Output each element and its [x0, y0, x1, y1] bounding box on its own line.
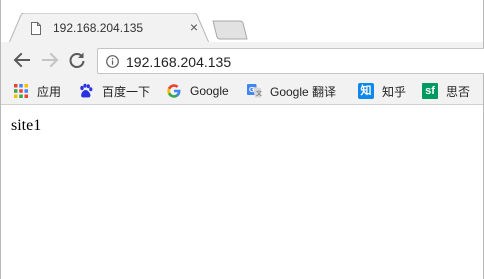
browser-window: 192.168.204.135 × 192.168.204.135 应用 百度一… [0, 0, 484, 279]
bookmark-label: 知乎 [382, 84, 407, 99]
segmentfault-icon: sf [422, 83, 438, 99]
info-icon[interactable] [106, 55, 119, 68]
bookmark-label: Google 翻译 [270, 84, 337, 99]
toolbar: 192.168.204.135 [1, 42, 484, 78]
segmentfault-icon-text: sf [425, 85, 435, 97]
bookmark-baidu[interactable]: 百度一下 [78, 82, 150, 100]
bookmark-google-translate[interactable]: G 文 Google 翻译 [246, 82, 336, 100]
tab-strip: 192.168.204.135 × [1, 0, 483, 43]
bookmark-apps[interactable]: 应用 [13, 82, 61, 100]
bookmark-label: 百度一下 [102, 84, 151, 99]
tab-title: 192.168.204.135 [53, 21, 144, 35]
bookmark-google[interactable]: Google [166, 82, 229, 100]
svg-text:G: G [249, 87, 255, 94]
bookmark-segmentfault[interactable]: sf 思否 [422, 82, 470, 100]
baidu-paw-icon [80, 83, 93, 98]
bookmark-label: Google [190, 84, 229, 98]
page-icon [31, 22, 41, 35]
zhihu-icon-text: 知 [360, 84, 372, 97]
page-body-text: site1 [11, 117, 42, 134]
tab-active[interactable]: 192.168.204.135 × [9, 13, 209, 43]
close-icon[interactable]: × [187, 20, 201, 34]
arrow-left-icon[interactable] [13, 51, 31, 69]
google-translate-icon: G 文 [247, 84, 262, 98]
zhihu-icon: 知 [358, 83, 374, 99]
svg-text:文: 文 [256, 90, 262, 98]
bookmark-zhihu[interactable]: 知 知乎 [358, 82, 406, 100]
bookmark-label: 思否 [446, 84, 471, 99]
page-content: site1 [1, 105, 483, 279]
bookmarks-bar: 应用 百度一下 Google G 文 Google 翻译 知 知乎 sf 思否 [1, 78, 483, 105]
url-text: 192.168.204.135 [126, 54, 232, 70]
bookmark-label: 应用 [37, 84, 62, 99]
reload-icon[interactable] [68, 51, 86, 69]
google-g-icon [167, 84, 181, 98]
new-tab-button[interactable] [212, 20, 248, 40]
address-bar[interactable]: 192.168.204.135 [97, 48, 484, 74]
apps-grid-icon [14, 84, 28, 98]
arrow-right-icon[interactable] [41, 51, 59, 69]
